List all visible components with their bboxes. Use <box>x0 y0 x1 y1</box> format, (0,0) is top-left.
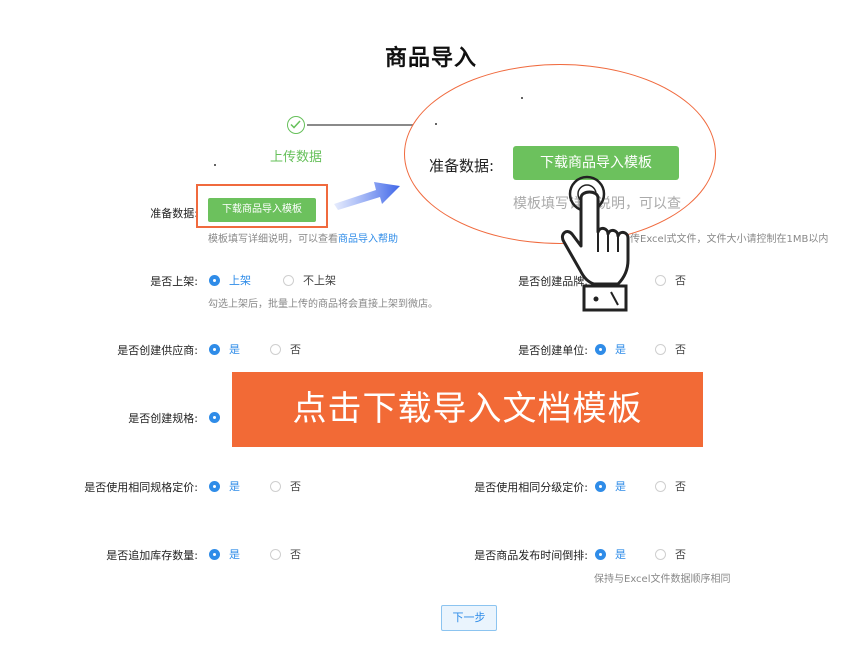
create-spec-yes-radio[interactable] <box>209 412 220 423</box>
append-stock-no-label: 否 <box>290 548 301 561</box>
arrow-icon <box>334 182 400 210</box>
reverse-time-label: 是否商品发布时间倒排: <box>474 549 588 562</box>
on-shelf-yes-radio[interactable] <box>209 275 220 286</box>
create-unit-yes-label: 是 <box>615 343 626 356</box>
upload-hint: 上传Excel式文件，文件大小请控制在1MB以内 <box>620 234 829 245</box>
create-supplier-yes-label: 是 <box>229 343 240 356</box>
download-template-button[interactable]: 下载商品导入模板 <box>208 198 316 222</box>
step-check-icon <box>287 116 305 134</box>
create-brand-no-radio[interactable] <box>655 275 666 286</box>
same-level-price-yes-label: 是 <box>615 480 626 493</box>
reverse-time-hint: 保持与Excel文件数据顺序相同 <box>594 574 731 585</box>
same-level-price-no-label: 否 <box>675 480 686 493</box>
same-spec-price-no-label: 否 <box>290 480 301 493</box>
prepare-hint-text: 模板填写详细说明，可以查看 <box>208 234 338 245</box>
hand-pointer-icon <box>560 175 630 312</box>
create-supplier-yes-radio[interactable] <box>209 344 220 355</box>
import-help-link[interactable]: 商品导入帮助 <box>338 234 398 245</box>
same-spec-price-yes-label: 是 <box>229 480 240 493</box>
on-shelf-no-radio[interactable] <box>283 275 294 286</box>
on-shelf-no-label: 不上架 <box>303 274 336 287</box>
create-unit-no-radio[interactable] <box>655 344 666 355</box>
next-step-button[interactable]: 下一步 <box>441 605 497 631</box>
create-supplier-label: 是否创建供应商: <box>117 344 198 357</box>
create-unit-yes-radio[interactable] <box>595 344 606 355</box>
on-shelf-hint: 勾选上架后，批量上传的商品将会直接上架到微店。 <box>208 299 438 310</box>
same-level-price-yes-radio[interactable] <box>595 481 606 492</box>
same-level-price-label: 是否使用相同分级定价: <box>474 481 588 494</box>
create-unit-no-label: 否 <box>675 343 686 356</box>
create-unit-label: 是否创建单位: <box>518 344 588 357</box>
reverse-time-yes-radio[interactable] <box>595 549 606 560</box>
same-spec-price-label: 是否使用相同规格定价: <box>84 481 198 494</box>
reverse-time-no-radio[interactable] <box>655 549 666 560</box>
page-title: 商品导入 <box>384 46 477 71</box>
same-level-price-no-radio[interactable] <box>655 481 666 492</box>
prepare-hint: 模板填写详细说明，可以查看商品导入帮助 <box>208 230 398 245</box>
prepare-data-label: 准备数据: <box>150 207 198 220</box>
step-label: 上传数据 <box>270 150 323 165</box>
dot <box>521 97 523 99</box>
create-brand-no-label: 否 <box>675 274 686 287</box>
same-spec-price-yes-radio[interactable] <box>209 481 220 492</box>
append-stock-no-radio[interactable] <box>270 549 281 560</box>
create-supplier-no-radio[interactable] <box>270 344 281 355</box>
append-stock-yes-radio[interactable] <box>209 549 220 560</box>
dot <box>214 164 216 166</box>
same-spec-price-no-radio[interactable] <box>270 481 281 492</box>
reverse-time-yes-label: 是 <box>615 548 626 561</box>
step-connector <box>307 124 417 126</box>
on-shelf-yes-label: 上架 <box>229 274 251 287</box>
create-spec-label: 是否创建规格: <box>128 412 198 425</box>
append-stock-yes-label: 是 <box>229 548 240 561</box>
magnifier-label: 准备数据: <box>429 157 495 175</box>
reverse-time-no-label: 否 <box>675 548 686 561</box>
dot <box>435 123 437 125</box>
create-supplier-no-label: 否 <box>290 343 301 356</box>
instruction-banner: 点击下载导入文档模板 <box>232 372 703 447</box>
on-shelf-label: 是否上架: <box>150 275 198 288</box>
append-stock-label: 是否追加库存数量: <box>106 549 198 562</box>
